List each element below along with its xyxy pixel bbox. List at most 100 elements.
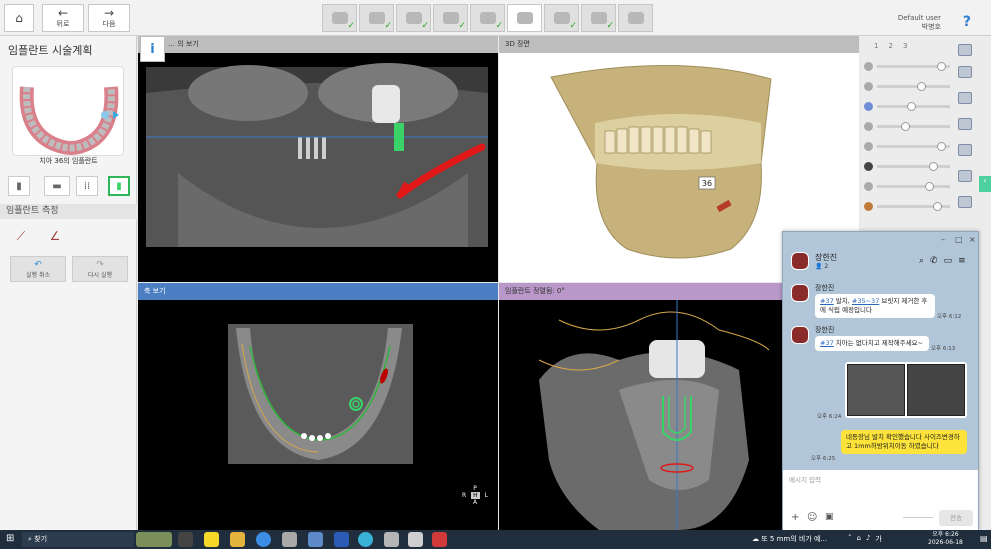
check-icon: ✓	[458, 21, 466, 31]
windows-start-button[interactable]: ⊞	[6, 533, 14, 544]
workflow-step-3[interactable]: ✓	[396, 4, 431, 32]
sender-avatar[interactable]	[791, 284, 809, 302]
app-icon-3[interactable]	[334, 532, 349, 547]
message-bubble[interactable]: #37 발치, #35~37 브릿지 제거한 후에 식립 예정입니다	[815, 294, 935, 318]
edge-icon[interactable]	[358, 532, 373, 547]
layer-slider-2[interactable]	[864, 78, 950, 94]
measure-distance-button[interactable]: ⟋	[8, 224, 34, 248]
measure-angle-button[interactable]: ∠	[42, 224, 68, 248]
message-time: 오후 6:24	[817, 414, 842, 420]
message-input[interactable]: 메시지 입력	[789, 474, 973, 500]
undo-button[interactable]: ↶ 실행 취소	[10, 256, 66, 282]
minimize-button[interactable]: –	[941, 235, 945, 244]
layer-icon-3[interactable]	[958, 92, 972, 104]
app-icon-1[interactable]	[282, 532, 297, 547]
message-bubble[interactable]: #37 치아는 없다치고 제작해주세요~	[815, 336, 929, 351]
clock-time: 오후 6:26	[932, 531, 959, 538]
clock[interactable]: 오후 6:26 2026-06-18	[928, 531, 963, 547]
implant-green-icon: ▮	[116, 180, 122, 192]
layer-icon-1[interactable]	[958, 44, 972, 56]
emoji-button[interactable]: ☺	[807, 512, 817, 523]
message-link[interactable]: #37	[820, 297, 834, 305]
kakaotalk-icon[interactable]	[204, 532, 219, 547]
close-button[interactable]: ×	[969, 235, 976, 244]
info-button[interactable]: i	[140, 36, 165, 62]
system-tray[interactable]: ˄ ⌂ ♪ 가	[848, 534, 882, 544]
app-icon-4[interactable]	[384, 532, 399, 547]
implant-tool-1[interactable]: ▮	[8, 176, 30, 196]
home-button[interactable]: ⌂	[4, 4, 34, 32]
app-icon-2[interactable]	[308, 532, 323, 547]
layer-slider-1[interactable]	[864, 58, 950, 74]
redo-button[interactable]: ↷ 다시 실행	[72, 256, 128, 282]
implant-tool-2[interactable]: ▬	[44, 176, 70, 196]
layer-tab-3[interactable]: 3	[903, 42, 907, 50]
redo-label: 다시 실행	[88, 271, 112, 279]
opacity-slider[interactable]	[903, 517, 933, 518]
notification-button[interactable]: ▤	[980, 534, 988, 543]
layer-icon-6[interactable]	[958, 170, 972, 182]
collapse-panel-button[interactable]: ‹	[979, 176, 991, 192]
layer-icon-7[interactable]	[958, 196, 972, 208]
implant-aligned-view[interactable]: 임플란트 정렬됨: 0°	[499, 283, 782, 530]
attached-image-2[interactable]	[907, 364, 965, 416]
workflow-step-8[interactable]: ✓	[581, 4, 616, 32]
layer-icon-2[interactable]	[958, 66, 972, 78]
orientation-cube[interactable]: P R H L A	[462, 485, 488, 521]
help-button[interactable]: ?	[963, 14, 971, 30]
layer-slider-7[interactable]	[864, 178, 950, 194]
layer-tab-2[interactable]: 2	[888, 42, 892, 50]
menu-icon[interactable]: ≡	[958, 256, 966, 266]
axial-view[interactable]: 축 보기 P R H L A	[138, 283, 498, 530]
sender-name: 장한진	[815, 326, 835, 334]
search-icon[interactable]: ⌕	[919, 256, 924, 266]
panoramic-view[interactable]: … 의 보기	[138, 36, 498, 282]
layer-slider-8[interactable]	[864, 198, 950, 214]
capture-button[interactable]: ▣	[825, 512, 834, 522]
app-icon-5[interactable]	[408, 532, 423, 547]
panel-title: 임플란트 시술계획	[8, 44, 93, 57]
back-button[interactable]: ← 뒤로	[42, 4, 84, 32]
attach-button[interactable]: +	[791, 512, 799, 523]
layer-icon-4[interactable]	[958, 118, 972, 130]
room-avatar[interactable]	[791, 252, 809, 270]
file-explorer-icon[interactable]	[230, 532, 245, 547]
message-link[interactable]: #35~37	[852, 297, 879, 305]
send-button[interactable]: 전송	[939, 510, 973, 526]
layer-slider-3[interactable]	[864, 98, 950, 114]
workflow-step-7[interactable]: ✓	[544, 4, 579, 32]
multi-implant-icon: ⁞⁞	[83, 180, 91, 192]
selected-tooth-marker	[101, 111, 109, 119]
taskbar-search[interactable]: ⌕ 찾기	[22, 532, 134, 547]
jaw-thumbnail[interactable]	[12, 66, 124, 156]
attached-image-1[interactable]	[847, 364, 905, 416]
implant-tool-3[interactable]: ⁞⁞	[76, 176, 98, 196]
image-attachment[interactable]	[845, 362, 967, 418]
phone-icon[interactable]: ✆	[930, 256, 938, 266]
next-button[interactable]: → 다음	[88, 4, 130, 32]
workflow-step-4[interactable]: ✓	[433, 4, 468, 32]
taskbar-thumbnail[interactable]	[136, 532, 172, 547]
check-icon: ✓	[421, 21, 429, 31]
my-message-bubble[interactable]: 네등장님 발치 확인했습니다 사이즈변경하고 1mm허방위치이동 하였습니다	[841, 430, 967, 454]
app-icon-6[interactable]	[432, 532, 447, 547]
maximize-button[interactable]: □	[955, 235, 963, 244]
layer-slider-4[interactable]	[864, 118, 950, 134]
workflow-step-9[interactable]	[618, 4, 653, 32]
workflow-step-6[interactable]	[507, 4, 542, 32]
implant-tool-4[interactable]: ▮	[108, 176, 130, 196]
chrome-icon[interactable]	[256, 532, 271, 547]
layer-icon-5[interactable]	[958, 144, 972, 156]
workflow-step-5[interactable]: ✓	[470, 4, 505, 32]
layer-slider-6[interactable]	[864, 158, 950, 174]
layer-tab-1[interactable]: 1	[874, 42, 878, 50]
workflow-step-1[interactable]: ✓	[322, 4, 357, 32]
weather-widget[interactable]: ☁ 또 5 mm의 비가 예...	[752, 534, 827, 544]
layer-slider-5[interactable]	[864, 138, 950, 154]
user-info[interactable]: Default user 박병호	[898, 14, 941, 32]
video-icon[interactable]: ▭	[944, 256, 953, 266]
workflow-step-2[interactable]: ✓	[359, 4, 394, 32]
task-view-icon[interactable]	[178, 532, 193, 547]
message-link[interactable]: #37	[820, 339, 834, 347]
sender-avatar[interactable]	[791, 326, 809, 344]
